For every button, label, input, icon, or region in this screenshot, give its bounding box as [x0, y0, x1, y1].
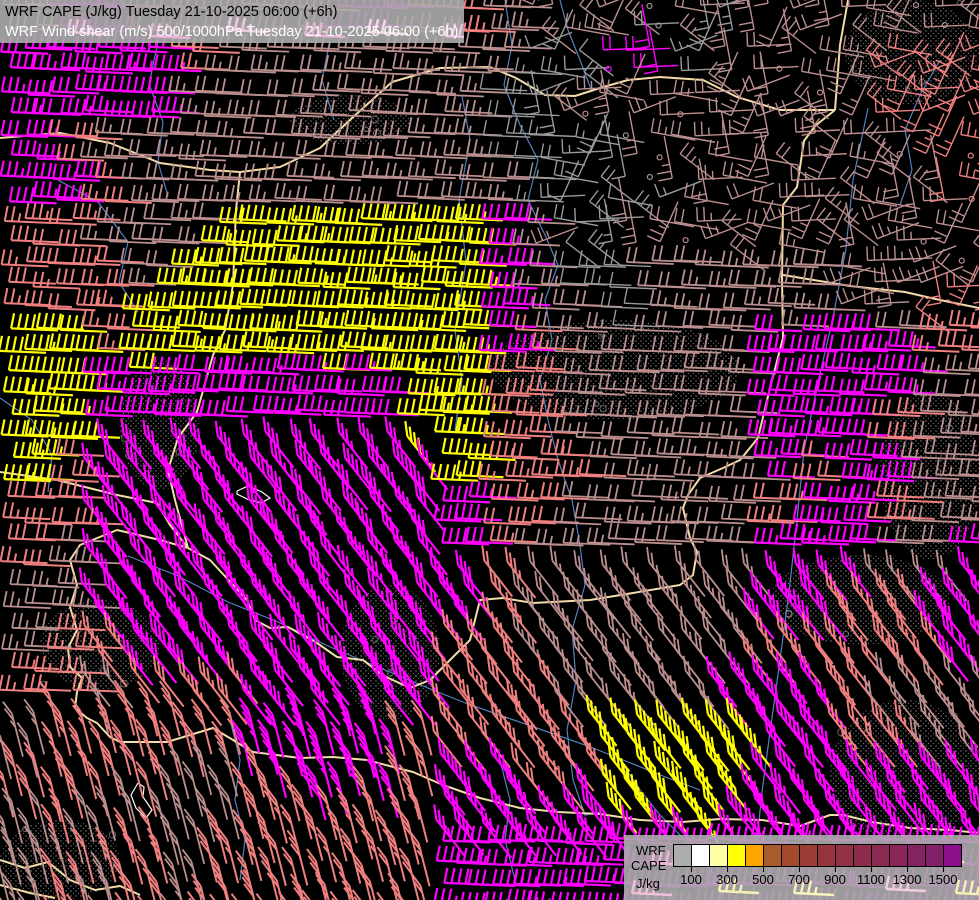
legend-color-cell — [817, 844, 836, 867]
legend-color-cell — [691, 844, 710, 867]
map-title-panel: WRF CAPE (J/kg) Tuesday 21-10-2025 06:00… — [0, 0, 464, 43]
legend-tick-value: 1500 — [928, 872, 958, 887]
legend-color-cell — [889, 844, 908, 867]
legend-color-cell — [745, 844, 764, 867]
legend-units-label: J/kg — [636, 876, 660, 891]
wind-barb-map-canvas — [0, 0, 979, 900]
legend-color-cell — [673, 844, 692, 867]
weather-map-viewport: WRF CAPE (J/kg) Tuesday 21-10-2025 06:00… — [0, 0, 979, 900]
legend-color-cell — [943, 844, 962, 867]
legend-color-cell — [727, 844, 746, 867]
legend-model-label: WRF — [636, 843, 666, 858]
legend-color-cell — [853, 844, 872, 867]
legend-field-label: CAPE — [631, 858, 667, 873]
title-windshear-line: WRF Wind shear (m/s) 500/1000hPa Tuesday… — [5, 24, 459, 40]
legend-color-cell — [835, 844, 854, 867]
legend-color-cell — [709, 844, 728, 867]
legend-color-cell — [925, 844, 944, 867]
legend-color-cell — [871, 844, 890, 867]
legend-color-cell — [799, 844, 818, 867]
legend-color-cell — [907, 844, 926, 867]
legend-color-cell — [763, 844, 782, 867]
cape-legend-panel: WRF CAPE J/kg 100 300 500 700 900 1100 1300 150… — [624, 835, 979, 900]
title-cape-line: WRF CAPE (J/kg) Tuesday 21-10-2025 06:00… — [5, 4, 338, 20]
legend-color-cell — [781, 844, 800, 867]
